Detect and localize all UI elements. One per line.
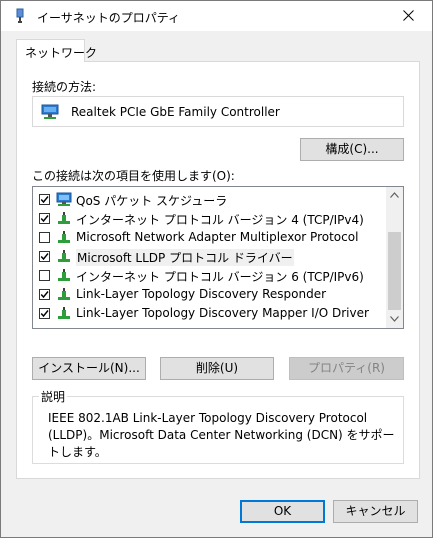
checkbox-unchecked[interactable] — [39, 232, 50, 243]
protocol-icon — [56, 211, 72, 229]
title-bar: イーサネットのプロパティ — [1, 1, 432, 31]
protocol-icon — [56, 287, 72, 305]
uninstall-button[interactable]: 削除(U) — [160, 357, 274, 380]
list-item[interactable]: インターネット プロトコル バージョン 4 (TCP/IPv4) — [33, 209, 388, 228]
checkmark-icon — [40, 253, 49, 261]
checkbox-checked[interactable] — [39, 308, 50, 319]
properties-button[interactable]: プロパティ(R) — [289, 357, 404, 380]
checkbox-checked[interactable] — [39, 194, 50, 205]
checkmark-icon — [40, 196, 49, 204]
network-adapter-icon — [16, 8, 24, 23]
cancel-button[interactable]: キャンセル — [333, 500, 418, 523]
install-button[interactable]: インストール(N)... — [32, 357, 146, 380]
network-card-icon — [41, 104, 59, 119]
list-item[interactable]: インターネット プロトコル バージョン 6 (TCP/IPv6) — [33, 266, 388, 285]
scroll-thumb[interactable] — [388, 232, 401, 310]
list-item-label: Microsoft Network Adapter Multiplexor Pr… — [76, 230, 359, 244]
list-item-label: Link-Layer Topology Discovery Mapper I/O… — [76, 306, 369, 320]
protocol-icon — [56, 230, 72, 248]
checkmark-icon — [40, 291, 49, 299]
chevron-down-icon — [390, 316, 399, 322]
list-item[interactable]: Link-Layer Topology Discovery Mapper I/O… — [33, 304, 388, 323]
list-item[interactable]: Link-Layer Topology Discovery Responder — [33, 285, 388, 304]
configure-button[interactable]: 構成(C)... — [300, 138, 404, 161]
list-item-label: QoS パケット スケジューラ — [76, 194, 228, 208]
list-scrollbar[interactable] — [386, 187, 403, 328]
properties-dialog: イーサネットのプロパティ ネットワーク 接続の方法: Realtek PCIe … — [0, 0, 433, 538]
adapter-name: Realtek PCIe GbE Family Controller — [71, 105, 280, 119]
close-button[interactable] — [386, 1, 432, 31]
items-label: この接続は次の項目を使用します(O): — [32, 169, 235, 183]
checkbox-checked[interactable] — [39, 251, 50, 262]
checkmark-icon — [40, 215, 49, 223]
checkbox-checked[interactable] — [39, 213, 50, 224]
ok-button[interactable]: OK — [240, 500, 325, 523]
qos-icon — [56, 192, 72, 210]
protocol-icon — [56, 306, 72, 324]
list-item[interactable]: Microsoft LLDP プロトコル ドライバー — [33, 247, 388, 266]
component-list[interactable]: QoS パケット スケジューラインターネット プロトコル バージョン 4 (TC… — [32, 186, 404, 329]
list-item-label: Link-Layer Topology Discovery Responder — [76, 287, 327, 301]
description-text: IEEE 802.1AB Link-Layer Topology Discove… — [48, 411, 395, 459]
checkbox-unchecked[interactable] — [39, 270, 50, 281]
description-legend: 説明 — [39, 388, 68, 405]
checkbox-checked[interactable] — [39, 289, 50, 300]
connect-using-label: 接続の方法: — [32, 80, 97, 94]
list-item[interactable]: Microsoft Network Adapter Multiplexor Pr… — [33, 228, 388, 247]
list-item-label: インターネット プロトコル バージョン 6 (TCP/IPv6) — [76, 270, 364, 284]
protocol-icon — [56, 249, 72, 267]
close-icon — [403, 10, 414, 21]
checkmark-icon — [40, 310, 49, 318]
list-item[interactable]: QoS パケット スケジューラ — [33, 190, 388, 209]
adapter-display: Realtek PCIe GbE Family Controller — [32, 96, 404, 127]
chevron-up-icon — [390, 192, 399, 198]
scroll-up-button[interactable] — [386, 187, 403, 204]
list-item-label: インターネット プロトコル バージョン 4 (TCP/IPv4) — [76, 213, 364, 227]
tab-network[interactable]: ネットワーク — [16, 39, 97, 62]
list-item-label: Microsoft LLDP プロトコル ドライバー — [76, 249, 294, 266]
scroll-down-button[interactable] — [386, 311, 403, 328]
window-title: イーサネットのプロパティ — [37, 11, 181, 25]
protocol-icon — [56, 268, 72, 286]
tab-network-label: ネットワーク — [25, 46, 98, 60]
